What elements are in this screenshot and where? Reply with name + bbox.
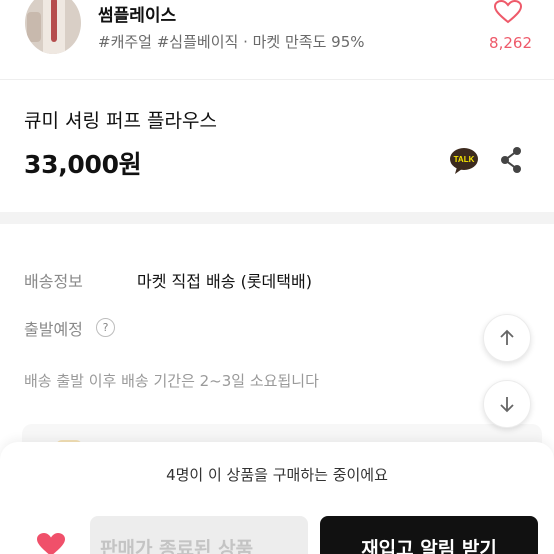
product-title: 큐미 셔링 퍼프 플라우스 xyxy=(24,110,217,132)
scroll-down-button[interactable] xyxy=(483,380,531,428)
kakao-talk-label: TALK xyxy=(454,155,475,164)
arrow-down-icon xyxy=(500,397,514,413)
help-icon[interactable]: ? xyxy=(96,318,115,337)
like-count: 8,262 xyxy=(489,34,532,52)
buyers-count-text: 4명이 이 상품을 구매하는 중이에요 xyxy=(166,466,388,484)
product-price: 33,000원 xyxy=(24,150,142,179)
shop-header[interactable]: 썸플레이스 #캐주얼 #심플베이직 · 마켓 만족도 95% 8,262 xyxy=(0,0,554,70)
shipping-note: 배송 출발 이후 배송 기간은 2~3일 소요됩니다 xyxy=(24,372,319,390)
share-icon[interactable] xyxy=(498,146,524,174)
restock-alert-button[interactable]: 재입고 알림 받기 xyxy=(320,516,538,554)
like-heart-icon[interactable] xyxy=(493,0,523,24)
kakao-talk-icon[interactable]: TALK xyxy=(449,146,479,176)
shop-avatar[interactable] xyxy=(25,0,81,54)
shipping-label: 배송정보 xyxy=(24,272,83,291)
shipping-value: 마켓 직접 배송 (롯데택배) xyxy=(137,272,312,291)
departure-label: 출발예정 xyxy=(24,320,83,339)
divider xyxy=(0,79,554,80)
arrow-up-icon xyxy=(500,329,514,345)
shop-name[interactable]: 썸플레이스 xyxy=(98,1,176,26)
shop-tags: #캐주얼 #심플베이직 · 마켓 만족도 95% xyxy=(98,33,365,51)
scroll-up-button[interactable] xyxy=(483,314,531,362)
section-divider xyxy=(0,212,554,224)
favorite-heart-icon[interactable] xyxy=(36,532,66,554)
sold-out-button[interactable]: 판매가 종료된 상품 xyxy=(90,516,308,554)
